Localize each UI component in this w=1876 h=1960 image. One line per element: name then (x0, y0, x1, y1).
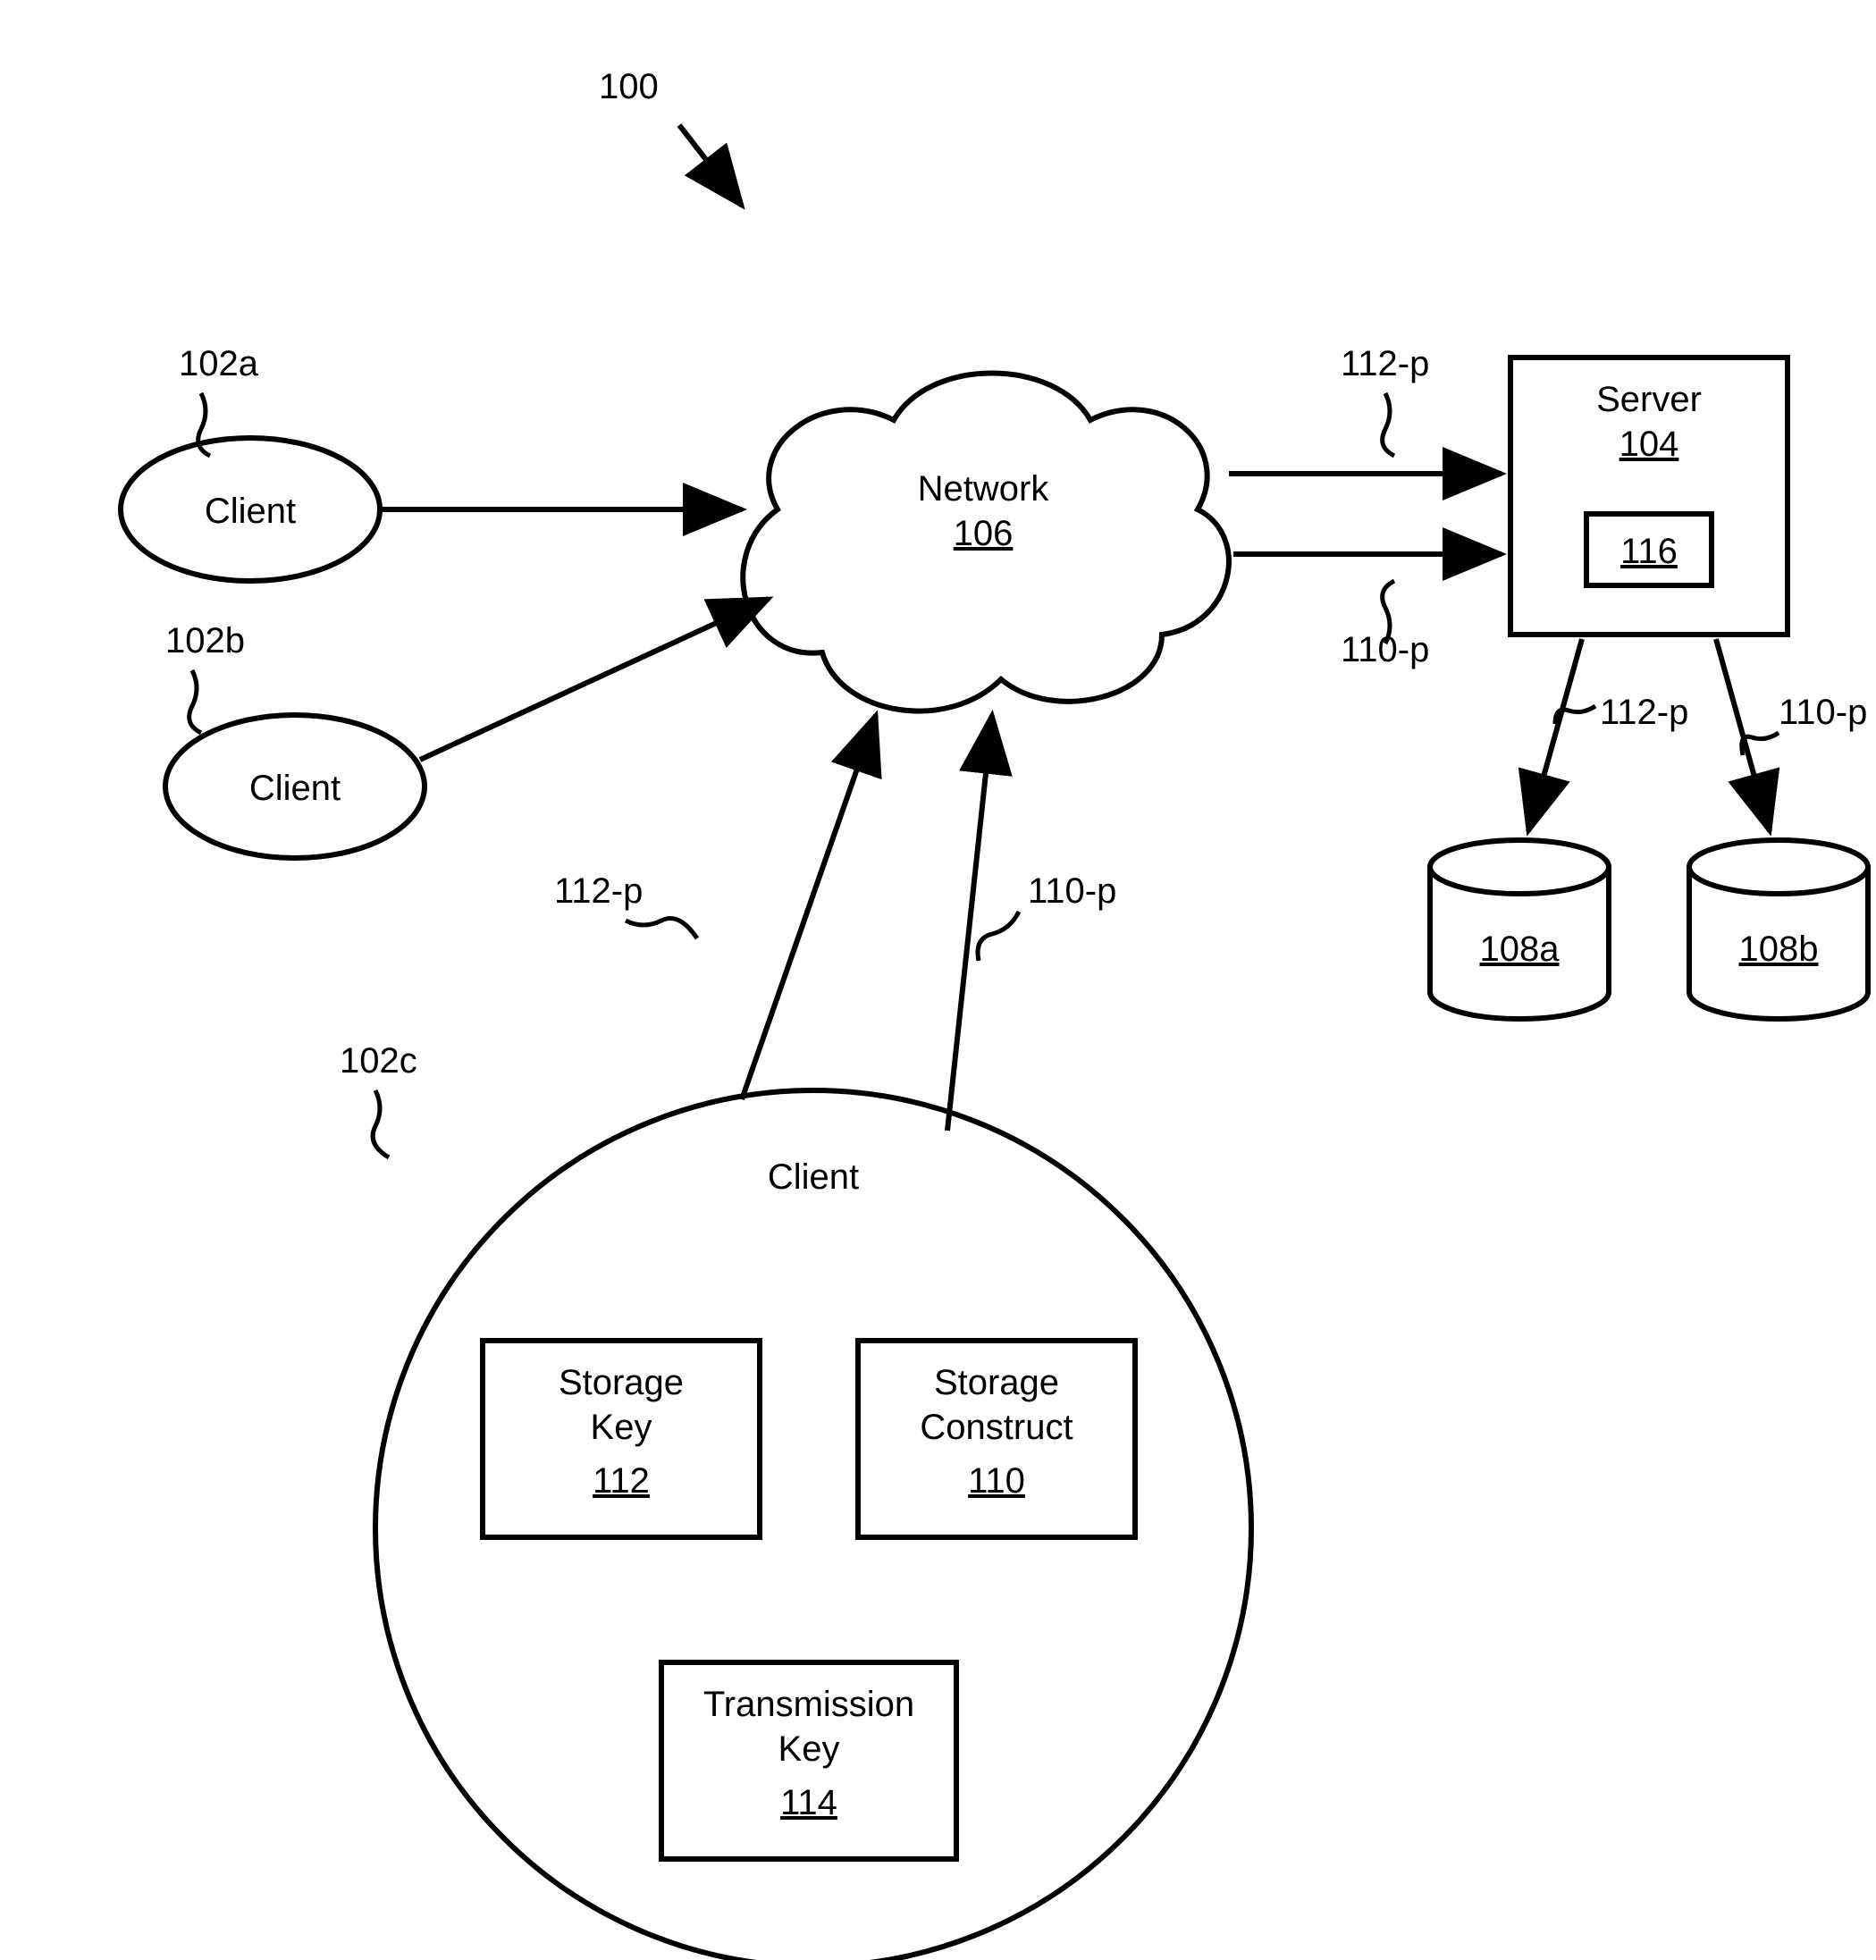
transmission-key-ref: 114 (780, 1783, 837, 1822)
figure-id: 100 (599, 67, 742, 206)
storage-unit-a: 108a (1430, 840, 1609, 1019)
flow-label-110p-3: 110-p (1779, 693, 1867, 732)
flow-label-110p-1: 110-p (1028, 871, 1116, 911)
transmission-key-l2: Key (778, 1729, 840, 1769)
storage-key-box: Storage Key 112 (483, 1341, 760, 1537)
storage-a-ref: 108a (1480, 930, 1561, 969)
storage-unit-b: 108b (1689, 840, 1868, 1019)
client-b-label: Client (249, 769, 341, 808)
network-label: Network (918, 469, 1050, 509)
client-a: Client 102a (121, 344, 380, 581)
storage-construct-l2: Construct (920, 1408, 1073, 1447)
server-label: Server (1596, 380, 1702, 419)
server-inner-ref: 116 (1620, 532, 1678, 571)
server-ref: 104 (1619, 425, 1679, 464)
arrow-server-to-storage-b (1716, 639, 1770, 831)
client-c: Client 102c Storage Key 112 Storage Cons… (340, 1041, 1251, 1960)
storage-construct-l1: Storage (934, 1363, 1059, 1402)
client-b-ref: 102b (165, 621, 245, 660)
arrow-server-to-storage-a (1528, 639, 1582, 831)
storage-construct-box: Storage Construct 110 (858, 1341, 1135, 1537)
arrow-client-b-to-network (420, 599, 769, 760)
storage-b-ref: 108b (1739, 930, 1819, 969)
storage-construct-ref: 110 (968, 1461, 1025, 1501)
figure-id-text: 100 (599, 67, 659, 106)
network-ref: 106 (954, 514, 1014, 553)
network-cloud: Network 106 (743, 374, 1229, 711)
arrow-client-c-to-network-right (947, 715, 992, 1131)
client-c-ref: 102c (340, 1041, 417, 1081)
client-a-ref: 102a (179, 344, 259, 383)
flow-label-112p-1: 112-p (554, 871, 643, 911)
flow-label-112p-3: 112-p (1600, 693, 1688, 732)
diagram-canvas: 100 Client 102a Client 102b Network 106 … (0, 0, 1876, 1960)
transmission-key-box: Transmission Key 114 (661, 1662, 956, 1859)
flow-label-112p-2: 112-p (1341, 344, 1429, 383)
transmission-key-l1: Transmission (703, 1685, 914, 1724)
client-b: Client 102b (165, 621, 425, 858)
client-a-label: Client (205, 492, 296, 531)
storage-key-ref: 112 (593, 1461, 650, 1501)
storage-key-l2: Key (591, 1408, 652, 1447)
arrow-client-c-to-network-left (742, 715, 876, 1099)
server-box: Server 104 116 (1510, 358, 1788, 635)
storage-key-l1: Storage (559, 1363, 684, 1402)
client-c-label: Client (768, 1157, 859, 1197)
flow-label-110p-2: 110-p (1341, 630, 1429, 669)
